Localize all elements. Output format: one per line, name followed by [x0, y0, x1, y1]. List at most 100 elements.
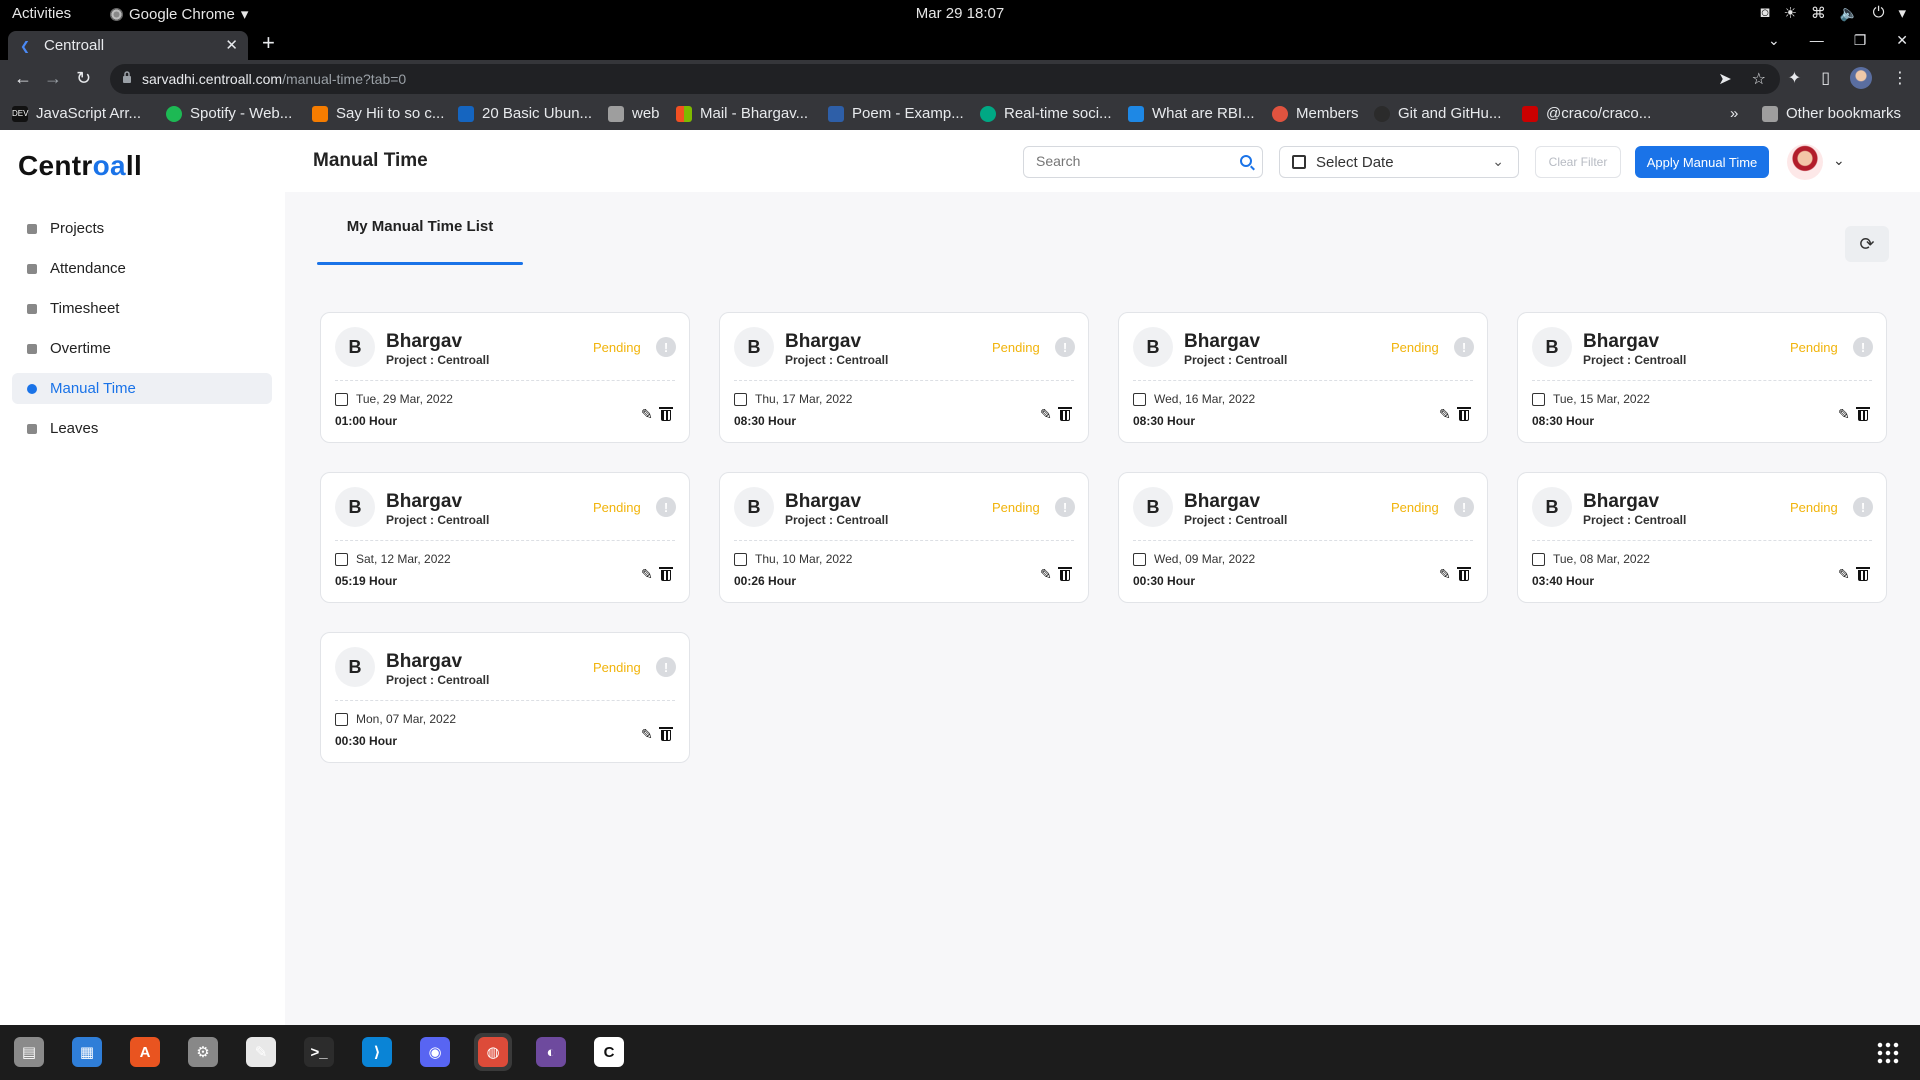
bookmark-item[interactable]: DEV JavaScript Arr...: [12, 105, 141, 122]
profile-avatar[interactable]: [1850, 67, 1872, 89]
manual-time-card[interactable]: B Bhargav Project : Centroall Pending! Wed, …: [1118, 472, 1488, 603]
chevron-down-icon[interactable]: ▾: [1898, 4, 1906, 22]
manual-time-card[interactable]: B Bhargav Project : Centroall Pending! Thu, …: [719, 312, 1089, 443]
address-bar[interactable]: sarvadhi.centroall.com/manual-time?tab=0…: [110, 64, 1780, 94]
discord-icon[interactable]: ◉: [416, 1033, 454, 1071]
delete-icon[interactable]: [1058, 567, 1072, 581]
maximize-icon[interactable]: ❐: [1854, 32, 1867, 49]
text-editor-icon[interactable]: ▦: [68, 1033, 106, 1071]
edit-icon[interactable]: ✎: [641, 407, 655, 421]
settings-icon[interactable]: ⚙: [184, 1033, 222, 1071]
lock-icon[interactable]: [122, 71, 132, 83]
bookmark-star-icon[interactable]: ☆: [1752, 69, 1766, 89]
clear-filter-button[interactable]: Clear Filter: [1535, 146, 1621, 178]
centroall-icon[interactable]: C: [590, 1033, 628, 1071]
delete-icon[interactable]: [659, 407, 673, 421]
bookmark-item[interactable]: What are RBI...: [1128, 105, 1255, 122]
other-bookmarks[interactable]: Other bookmarks: [1762, 105, 1901, 122]
info-icon[interactable]: !: [1454, 497, 1474, 517]
network-icon[interactable]: ⌘: [1811, 4, 1826, 22]
user-avatar[interactable]: [1787, 144, 1823, 180]
browser-tab[interactable]: ❮ Centroall ✕: [8, 31, 248, 60]
edit-icon[interactable]: ✎: [1439, 567, 1453, 581]
manual-time-card[interactable]: B Bhargav Project : Centroall Pending! Thu, …: [719, 472, 1089, 603]
manual-time-card[interactable]: B Bhargav Project : Centroall Pending! Tue, …: [320, 312, 690, 443]
manual-time-card[interactable]: B Bhargav Project : Centroall Pending! Wed, …: [1118, 312, 1488, 443]
bookmark-item[interactable]: Spotify - Web...: [166, 105, 292, 122]
search-box[interactable]: [1023, 146, 1263, 178]
tab-search-icon[interactable]: ⌄: [1768, 32, 1780, 49]
bookmark-item[interactable]: Say Hii to so c...: [312, 105, 444, 122]
show-apps-icon[interactable]: [1876, 1041, 1900, 1065]
delete-icon[interactable]: [1058, 407, 1072, 421]
send-tab-icon[interactable]: ➤: [1718, 69, 1731, 89]
apply-manual-time-button[interactable]: Apply Manual Time: [1635, 146, 1769, 178]
info-icon[interactable]: !: [1055, 497, 1075, 517]
brightness-icon[interactable]: ☀: [1783, 4, 1796, 22]
delete-icon[interactable]: [659, 727, 673, 741]
select-date-dropdown[interactable]: Select Date ⌄: [1279, 146, 1519, 178]
sidebar-item-timesheet[interactable]: Timesheet: [12, 293, 272, 324]
new-tab-icon[interactable]: +: [262, 30, 275, 56]
manual-time-card[interactable]: B Bhargav Project : Centroall Pending! Tue, …: [1517, 472, 1887, 603]
sidebar-item-attendance[interactable]: Attendance: [12, 253, 272, 284]
info-icon[interactable]: !: [1853, 337, 1873, 357]
tab-my-manual-time-list[interactable]: My Manual Time List: [317, 218, 523, 254]
github-desktop-icon[interactable]: ◐: [532, 1033, 570, 1071]
manual-time-card[interactable]: B Bhargav Project : Centroall Pending! Sat, …: [320, 472, 690, 603]
centroall-logo[interactable]: Centroall: [18, 150, 142, 182]
delete-icon[interactable]: [1457, 567, 1471, 581]
more-bookmarks-icon[interactable]: »: [1730, 105, 1738, 122]
bookmark-item[interactable]: Members: [1272, 105, 1359, 122]
chevron-down-icon[interactable]: ⌄: [1833, 152, 1845, 169]
edit-icon[interactable]: ✎: [1040, 567, 1054, 581]
vscode-icon[interactable]: ⟩: [358, 1033, 396, 1071]
search-input[interactable]: [1036, 153, 1226, 169]
clock[interactable]: Mar 29 18:07: [0, 5, 1920, 22]
edit-icon[interactable]: ✎: [641, 567, 655, 581]
system-tray[interactable]: ◙ ☀ ⌘ 🔈 ⏻ ▾: [1760, 4, 1906, 22]
reload-icon[interactable]: ↻: [76, 68, 91, 89]
delete-icon[interactable]: [1457, 407, 1471, 421]
info-icon[interactable]: !: [1853, 497, 1873, 517]
bookmark-folder[interactable]: web: [608, 105, 660, 122]
notes-icon[interactable]: ✎: [242, 1033, 280, 1071]
bookmark-item[interactable]: Real-time soci...: [980, 105, 1112, 122]
close-window-icon[interactable]: ✕: [1896, 32, 1908, 49]
bookmark-item[interactable]: Mail - Bhargav...: [676, 105, 808, 122]
manual-time-card[interactable]: B Bhargav Project : Centroall Pending! Mon, …: [320, 632, 690, 763]
delete-icon[interactable]: [659, 567, 673, 581]
close-tab-icon[interactable]: ✕: [225, 36, 238, 54]
edit-icon[interactable]: ✎: [1838, 407, 1852, 421]
discord-tray-icon[interactable]: ◙: [1760, 4, 1769, 22]
edit-icon[interactable]: ✎: [1439, 407, 1453, 421]
sidebar-item-manual-time[interactable]: Manual Time: [12, 373, 272, 404]
bookmark-item[interactable]: 20 Basic Ubun...: [458, 105, 592, 122]
software-store-icon[interactable]: A: [126, 1033, 164, 1071]
kebab-menu-icon[interactable]: ⋮: [1892, 68, 1908, 88]
delete-icon[interactable]: [1856, 567, 1870, 581]
sidebar-item-leaves[interactable]: Leaves: [12, 413, 272, 444]
info-icon[interactable]: !: [656, 497, 676, 517]
minimize-icon[interactable]: —: [1810, 32, 1824, 49]
refresh-button[interactable]: ⟳: [1845, 226, 1889, 262]
info-icon[interactable]: !: [656, 657, 676, 677]
info-icon[interactable]: !: [1454, 337, 1474, 357]
edit-icon[interactable]: ✎: [1040, 407, 1054, 421]
info-icon[interactable]: !: [656, 337, 676, 357]
search-icon[interactable]: [1240, 155, 1252, 167]
manual-time-card[interactable]: B Bhargav Project : Centroall Pending! Tue, …: [1517, 312, 1887, 443]
edit-icon[interactable]: ✎: [641, 727, 655, 741]
forward-icon[interactable]: →: [44, 68, 62, 89]
delete-icon[interactable]: [1856, 407, 1870, 421]
sidebar-item-overtime[interactable]: Overtime: [12, 333, 272, 364]
info-icon[interactable]: !: [1055, 337, 1075, 357]
chrome-icon[interactable]: ◍: [474, 1033, 512, 1071]
url-text[interactable]: sarvadhi.centroall.com/manual-time?tab=0: [142, 71, 406, 87]
bookmark-item[interactable]: @craco/craco...: [1522, 105, 1651, 122]
edit-icon[interactable]: ✎: [1838, 567, 1852, 581]
volume-icon[interactable]: 🔈: [1840, 4, 1859, 22]
bookmark-item[interactable]: Poem - Examp...: [828, 105, 964, 122]
files-icon[interactable]: ▤: [10, 1033, 48, 1071]
bookmark-item[interactable]: Git and GitHu...: [1374, 105, 1501, 122]
